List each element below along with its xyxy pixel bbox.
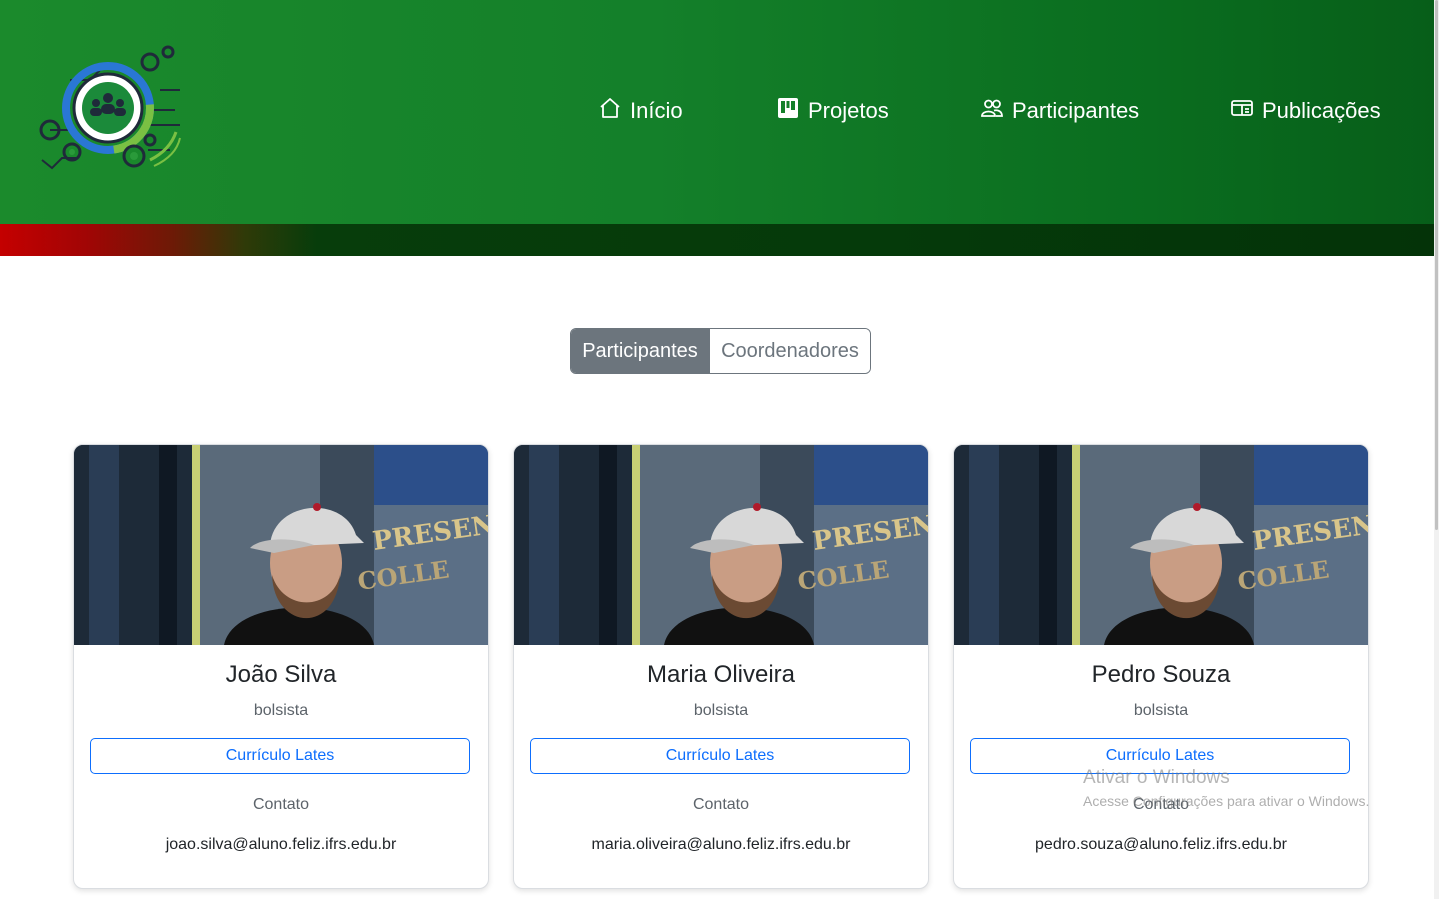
participant-email[interactable]: maria.oliveira@aluno.feliz.ifrs.edu.br xyxy=(514,836,928,854)
header-stripe xyxy=(0,224,1439,256)
participant-card: PRESEN COLLE Maria Oliveira bolsista Cur… xyxy=(513,444,929,889)
gear-people-logo[interactable] xyxy=(30,40,190,185)
participant-name: Pedro Souza xyxy=(1091,661,1231,688)
participant-card: PRESEN COLLE João Silva bolsista Currícu… xyxy=(73,444,489,889)
participant-card: PRESEN COLLE Pedro Souza bolsista Curríc… xyxy=(953,444,1369,889)
curriculo-lates-button[interactable]: Currículo Lates xyxy=(530,738,910,774)
nav-item-inicio[interactable]: Início xyxy=(598,96,683,126)
people-icon xyxy=(980,96,1004,126)
participant-photo: PRESEN COLLE xyxy=(514,445,928,645)
nav-item-participantes[interactable]: Participantes xyxy=(980,96,1139,126)
nav-item-label: Início xyxy=(630,98,683,123)
windows-watermark-title: Ativar o Windows xyxy=(1083,767,1230,788)
kanban-icon xyxy=(776,96,800,126)
contact-label: Contato xyxy=(692,796,750,813)
nav-item-label: Projetos xyxy=(808,98,889,123)
windows-watermark-subtitle: Acesse Configurações para ativar o Windo… xyxy=(1083,793,1370,809)
participant-photo: PRESEN COLLE xyxy=(954,445,1368,645)
participant-role: bolsista xyxy=(1133,702,1189,719)
participant-photo: PRESEN COLLE xyxy=(74,445,488,645)
nav-item-publicacoes[interactable]: Publicações xyxy=(1230,96,1381,126)
participant-email[interactable]: pedro.souza@aluno.feliz.ifrs.edu.br xyxy=(954,836,1368,854)
scrollbar-thumb[interactable] xyxy=(1435,0,1438,530)
home-icon xyxy=(598,96,622,126)
nav-item-projetos[interactable]: Projetos xyxy=(776,96,889,126)
participant-name: João Silva xyxy=(225,661,337,688)
tab-participantes[interactable]: Participantes xyxy=(571,329,709,373)
participant-email[interactable]: joao.silva@aluno.feliz.ifrs.edu.br xyxy=(74,836,488,854)
participant-role: bolsista xyxy=(693,702,749,719)
contact-label: Contato xyxy=(252,796,310,813)
nav-item-label: Publicações xyxy=(1262,98,1381,123)
card-icon xyxy=(1230,96,1254,126)
site-header: Início Projetos Participantes Publicaçõe… xyxy=(0,0,1439,224)
participant-role: bolsista xyxy=(253,702,309,719)
tab-coordenadores[interactable]: Coordenadores xyxy=(709,329,870,373)
curriculo-lates-button[interactable]: Currículo Lates xyxy=(90,738,470,774)
nav-item-label: Participantes xyxy=(1012,98,1140,123)
participant-name: Maria Oliveira xyxy=(646,661,796,688)
role-toggle: Participantes Coordenadores xyxy=(570,328,871,374)
